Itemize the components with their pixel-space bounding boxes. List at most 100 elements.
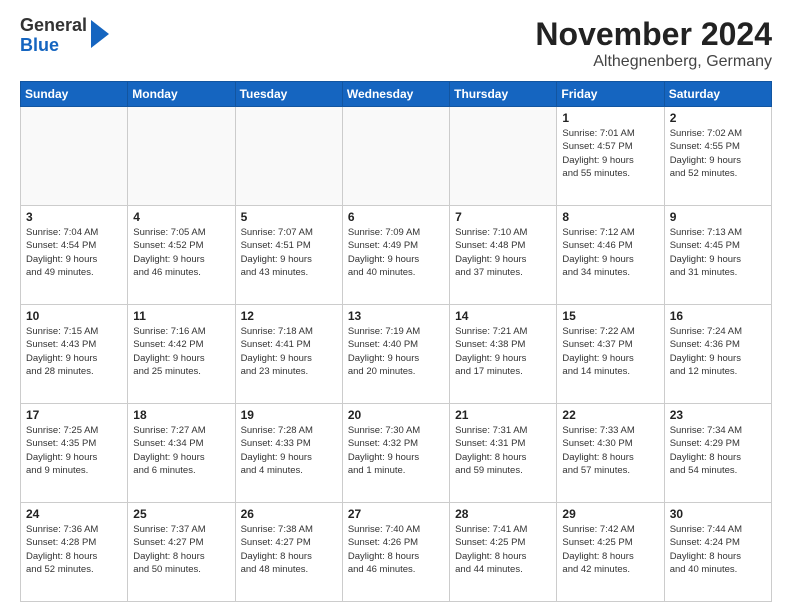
logo-blue: Blue — [20, 36, 87, 56]
page-subtitle: Althegnenberg, Germany — [535, 53, 772, 71]
day-number: 29 — [562, 507, 658, 521]
day-number: 16 — [670, 309, 766, 323]
day-number: 18 — [133, 408, 229, 422]
calendar-cell: 30Sunrise: 7:44 AM Sunset: 4:24 PM Dayli… — [664, 503, 771, 602]
title-block: November 2024 Althegnenberg, Germany — [535, 16, 772, 71]
day-number: 23 — [670, 408, 766, 422]
day-number: 10 — [26, 309, 122, 323]
calendar-cell: 20Sunrise: 7:30 AM Sunset: 4:32 PM Dayli… — [342, 404, 449, 503]
day-of-week-tuesday: Tuesday — [235, 82, 342, 107]
day-of-week-monday: Monday — [128, 82, 235, 107]
day-number: 22 — [562, 408, 658, 422]
calendar-cell: 24 Sunrise: 7:36 AM Sunset: 4:28 PM Dayli… — [21, 503, 128, 602]
day-number: 3 — [26, 210, 122, 224]
day-info: Sunrise: 7:36 AM Sunset: 4:28 PM Dayligh… — [26, 523, 122, 576]
day-info: Sunrise: 7:02 AM Sunset: 4:55 PM Dayligh… — [670, 127, 766, 180]
day-info: Sunrise: 7:09 AM Sunset: 4:49 PM Dayligh… — [348, 226, 444, 279]
calendar-cell: 6Sunrise: 7:09 AM Sunset: 4:49 PM Daylig… — [342, 206, 449, 305]
calendar-cell: 1 Sunrise: 7:01 AM Sunset: 4:57 PM Daylig… — [557, 107, 664, 206]
day-info: Sunrise: 7:18 AM Sunset: 4:41 PM Dayligh… — [241, 325, 337, 378]
calendar-cell — [21, 107, 128, 206]
calendar-cell: 28Sunrise: 7:41 AM Sunset: 4:25 PM Dayli… — [450, 503, 557, 602]
calendar-cell — [128, 107, 235, 206]
day-of-week-saturday: Saturday — [664, 82, 771, 107]
day-info: Sunrise: 7:07 AM Sunset: 4:51 PM Dayligh… — [241, 226, 337, 279]
calendar-cell: 23 Sunrise: 7:34 AM Sunset: 4:29 PM Dayli… — [664, 404, 771, 503]
day-of-week-friday: Friday — [557, 82, 664, 107]
calendar-cell: 2Sunrise: 7:02 AM Sunset: 4:55 PM Daylig… — [664, 107, 771, 206]
day-info: Sunrise: 7:34 AM Sunset: 4:29 PM Dayligh… — [670, 424, 766, 477]
day-number: 9 — [670, 210, 766, 224]
calendar-cell: 25 Sunrise: 7:37 AM Sunset: 4:27 PM Dayli… — [128, 503, 235, 602]
day-info: Sunrise: 7:31 AM Sunset: 4:31 PM Dayligh… — [455, 424, 551, 477]
day-number: 13 — [348, 309, 444, 323]
day-number: 1 — [562, 111, 658, 125]
day-number: 25 — [133, 507, 229, 521]
day-info: Sunrise: 7:22 AM Sunset: 4:37 PM Dayligh… — [562, 325, 658, 378]
day-of-week-sunday: Sunday — [21, 82, 128, 107]
calendar-cell: 26Sunrise: 7:38 AM Sunset: 4:27 PM Dayli… — [235, 503, 342, 602]
calendar-cell: 5 Sunrise: 7:07 AM Sunset: 4:51 PM Daylig… — [235, 206, 342, 305]
calendar-cell: 10Sunrise: 7:15 AM Sunset: 4:43 PM Dayli… — [21, 305, 128, 404]
day-info: Sunrise: 7:30 AM Sunset: 4:32 PM Dayligh… — [348, 424, 444, 477]
calendar-cell: 13 Sunrise: 7:19 AM Sunset: 4:40 PM Dayli… — [342, 305, 449, 404]
week-row-2: 3 Sunrise: 7:04 AM Sunset: 4:54 PM Daylig… — [21, 206, 772, 305]
day-number: 28 — [455, 507, 551, 521]
day-info: Sunrise: 7:27 AM Sunset: 4:34 PM Dayligh… — [133, 424, 229, 477]
day-info: Sunrise: 7:38 AM Sunset: 4:27 PM Dayligh… — [241, 523, 337, 576]
day-info: Sunrise: 7:37 AM Sunset: 4:27 PM Dayligh… — [133, 523, 229, 576]
day-number: 21 — [455, 408, 551, 422]
calendar: SundayMondayTuesdayWednesdayThursdayFrid… — [20, 81, 772, 602]
calendar-cell: 9 Sunrise: 7:13 AM Sunset: 4:45 PM Daylig… — [664, 206, 771, 305]
calendar-cell — [342, 107, 449, 206]
week-row-1: 1 Sunrise: 7:01 AM Sunset: 4:57 PM Daylig… — [21, 107, 772, 206]
calendar-cell: 19 Sunrise: 7:28 AM Sunset: 4:33 PM Dayli… — [235, 404, 342, 503]
calendar-cell: 18 Sunrise: 7:27 AM Sunset: 4:34 PM Dayli… — [128, 404, 235, 503]
day-info: Sunrise: 7:13 AM Sunset: 4:45 PM Dayligh… — [670, 226, 766, 279]
calendar-cell — [450, 107, 557, 206]
day-number: 11 — [133, 309, 229, 323]
day-number: 7 — [455, 210, 551, 224]
day-number: 4 — [133, 210, 229, 224]
calendar-cell: 22Sunrise: 7:33 AM Sunset: 4:30 PM Dayli… — [557, 404, 664, 503]
day-number: 8 — [562, 210, 658, 224]
calendar-cell — [235, 107, 342, 206]
calendar-cell: 16 Sunrise: 7:24 AM Sunset: 4:36 PM Dayli… — [664, 305, 771, 404]
day-number: 24 — [26, 507, 122, 521]
logo-general: General — [20, 16, 87, 36]
day-info: Sunrise: 7:42 AM Sunset: 4:25 PM Dayligh… — [562, 523, 658, 576]
week-row-5: 24 Sunrise: 7:36 AM Sunset: 4:28 PM Dayli… — [21, 503, 772, 602]
day-info: Sunrise: 7:28 AM Sunset: 4:33 PM Dayligh… — [241, 424, 337, 477]
day-number: 15 — [562, 309, 658, 323]
day-info: Sunrise: 7:19 AM Sunset: 4:40 PM Dayligh… — [348, 325, 444, 378]
calendar-cell: 17 Sunrise: 7:25 AM Sunset: 4:35 PM Dayli… — [21, 404, 128, 503]
day-number: 30 — [670, 507, 766, 521]
day-number: 12 — [241, 309, 337, 323]
logo-text: General Blue — [20, 16, 87, 56]
day-number: 17 — [26, 408, 122, 422]
calendar-cell: 15 Sunrise: 7:22 AM Sunset: 4:37 PM Dayli… — [557, 305, 664, 404]
day-number: 5 — [241, 210, 337, 224]
day-number: 27 — [348, 507, 444, 521]
calendar-header: SundayMondayTuesdayWednesdayThursdayFrid… — [21, 82, 772, 107]
day-info: Sunrise: 7:01 AM Sunset: 4:57 PM Dayligh… — [562, 127, 658, 180]
day-info: Sunrise: 7:04 AM Sunset: 4:54 PM Dayligh… — [26, 226, 122, 279]
calendar-cell: 27Sunrise: 7:40 AM Sunset: 4:26 PM Dayli… — [342, 503, 449, 602]
logo: General Blue — [20, 16, 109, 56]
day-info: Sunrise: 7:12 AM Sunset: 4:46 PM Dayligh… — [562, 226, 658, 279]
calendar-cell: 4 Sunrise: 7:05 AM Sunset: 4:52 PM Daylig… — [128, 206, 235, 305]
day-info: Sunrise: 7:05 AM Sunset: 4:52 PM Dayligh… — [133, 226, 229, 279]
day-info: Sunrise: 7:24 AM Sunset: 4:36 PM Dayligh… — [670, 325, 766, 378]
header: General Blue November 2024 Althegnenberg… — [20, 16, 772, 71]
calendar-cell: 3 Sunrise: 7:04 AM Sunset: 4:54 PM Daylig… — [21, 206, 128, 305]
day-of-week-thursday: Thursday — [450, 82, 557, 107]
day-number: 14 — [455, 309, 551, 323]
day-number: 19 — [241, 408, 337, 422]
day-info: Sunrise: 7:25 AM Sunset: 4:35 PM Dayligh… — [26, 424, 122, 477]
calendar-cell: 8 Sunrise: 7:12 AM Sunset: 4:46 PM Daylig… — [557, 206, 664, 305]
page: General Blue November 2024 Althegnenberg… — [0, 0, 792, 612]
calendar-cell: 29 Sunrise: 7:42 AM Sunset: 4:25 PM Dayli… — [557, 503, 664, 602]
day-info: Sunrise: 7:16 AM Sunset: 4:42 PM Dayligh… — [133, 325, 229, 378]
logo-arrow-icon — [91, 20, 109, 48]
week-row-3: 10Sunrise: 7:15 AM Sunset: 4:43 PM Dayli… — [21, 305, 772, 404]
